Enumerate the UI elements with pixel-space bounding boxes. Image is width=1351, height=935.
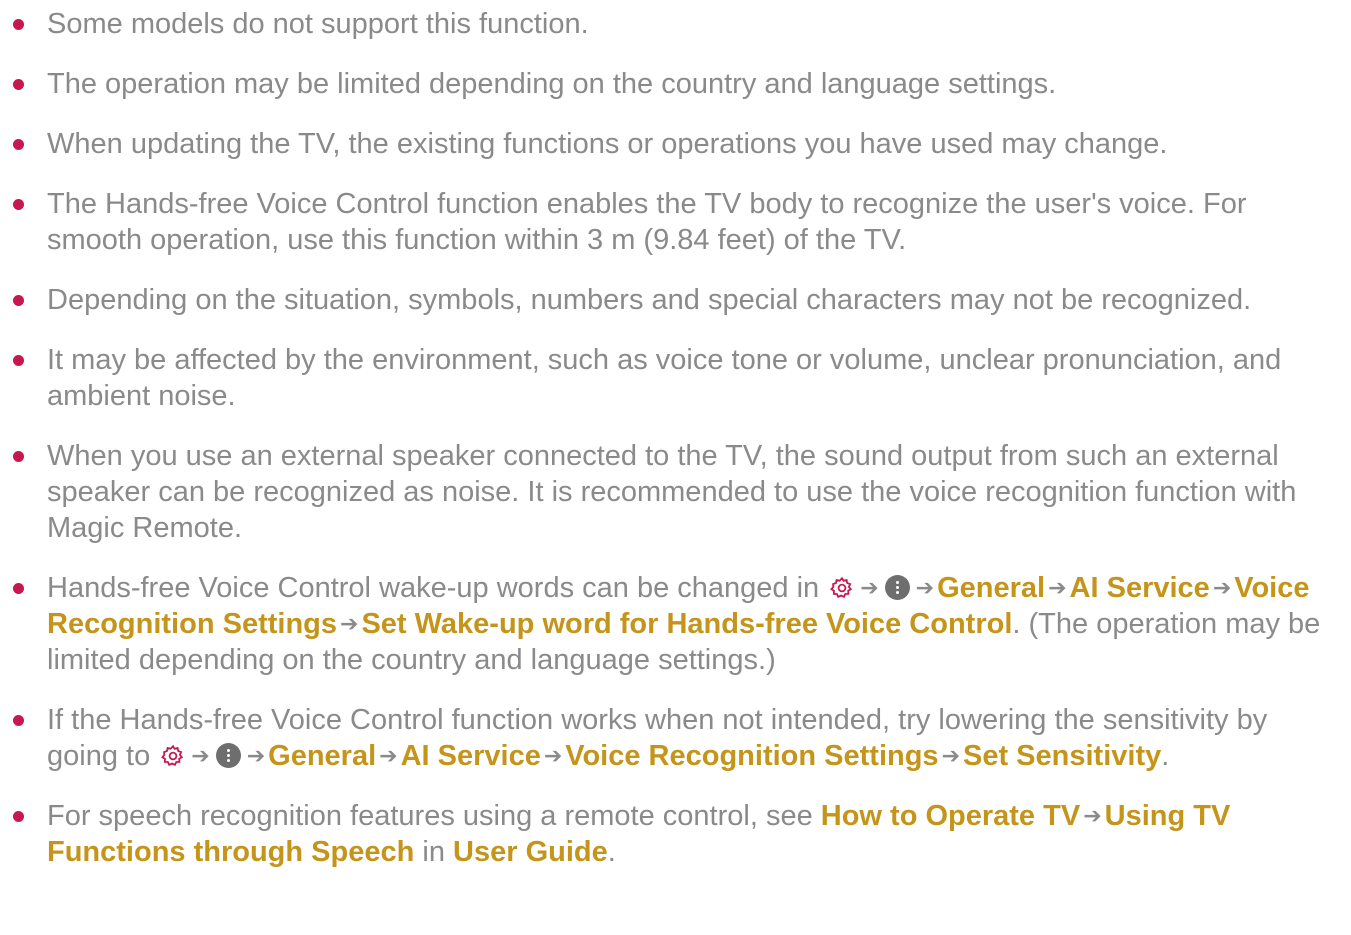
guide-link-how-to-operate-tv[interactable]: How to Operate TV	[821, 800, 1080, 832]
note-item: When updating the TV, the existing funct…	[0, 126, 1351, 162]
arrow-right-icon: ➔	[1048, 575, 1067, 600]
bullet-icon	[13, 451, 24, 462]
menu-path-voice-recognition-settings: Voice Recognition Settings	[565, 740, 939, 772]
note-text: The Hands-free Voice Control function en…	[47, 188, 1247, 256]
gear-icon	[161, 744, 184, 766]
bullet-icon	[13, 355, 24, 366]
more-options-icon	[215, 743, 241, 768]
note-intro: For speech recognition features using a …	[47, 800, 813, 832]
arrow-right-icon: ➔	[379, 743, 398, 768]
note-middle: in	[422, 836, 445, 868]
menu-path-ai-service: AI Service	[400, 740, 541, 772]
note-item: Some models do not support this function…	[0, 6, 1351, 42]
note-text: The operation may be limited depending o…	[47, 68, 1057, 100]
note-item: The Hands-free Voice Control function en…	[0, 186, 1351, 258]
bullet-icon	[13, 295, 24, 306]
note-text: It may be affected by the environment, s…	[47, 344, 1282, 412]
note-intro: Hands-free Voice Control wake-up words c…	[47, 572, 820, 604]
arrow-right-icon: ➔	[1083, 803, 1102, 828]
arrow-right-icon: ➔	[860, 575, 879, 600]
menu-path-set-sensitivity: Set Sensitivity	[963, 740, 1162, 772]
bullet-icon	[13, 199, 24, 210]
note-item: It may be affected by the environment, s…	[0, 342, 1351, 414]
gear-icon	[830, 576, 853, 598]
arrow-right-icon: ➔	[543, 743, 563, 768]
menu-path-general: General	[268, 740, 377, 772]
notes-list: Some models do not support this function…	[0, 0, 1351, 870]
arrow-right-icon: ➔	[941, 743, 960, 768]
note-item: When you use an external speaker connect…	[0, 438, 1351, 546]
note-item-sensitivity: If the Hands-free Voice Control function…	[0, 702, 1351, 774]
arrow-right-icon: ➔	[1212, 575, 1232, 600]
guide-link-user-guide[interactable]: User Guide	[453, 836, 608, 868]
bullet-icon	[13, 811, 24, 822]
note-item-speech-recognition: For speech recognition features using a …	[0, 798, 1351, 870]
menu-path-ai-service: AI Service	[1069, 572, 1210, 604]
bullet-icon	[13, 139, 24, 150]
arrow-right-icon: ➔	[191, 743, 210, 768]
arrow-right-icon: ➔	[340, 611, 359, 636]
more-options-icon	[884, 575, 910, 600]
arrow-right-icon: ➔	[915, 575, 935, 600]
note-item-wake-up-word: Hands-free Voice Control wake-up words c…	[0, 570, 1351, 678]
note-item: The operation may be limited depending o…	[0, 66, 1351, 102]
note-text: Depending on the situation, symbols, num…	[47, 284, 1252, 316]
arrow-right-icon: ➔	[246, 743, 266, 768]
note-text: Some models do not support this function…	[47, 8, 589, 40]
note-item: Depending on the situation, symbols, num…	[0, 282, 1351, 318]
bullet-icon	[13, 19, 24, 30]
menu-path-set-wake-up-word: Set Wake-up word for Hands-free Voice Co…	[361, 608, 1013, 640]
note-outro: .	[607, 836, 616, 868]
bullet-icon	[13, 79, 24, 90]
note-outro: .	[1161, 740, 1170, 772]
menu-path-general: General	[937, 572, 1046, 604]
bullet-icon	[13, 583, 24, 594]
note-text: When you use an external speaker connect…	[47, 440, 1297, 544]
bullet-icon	[13, 715, 24, 726]
note-text: When updating the TV, the existing funct…	[47, 128, 1168, 160]
